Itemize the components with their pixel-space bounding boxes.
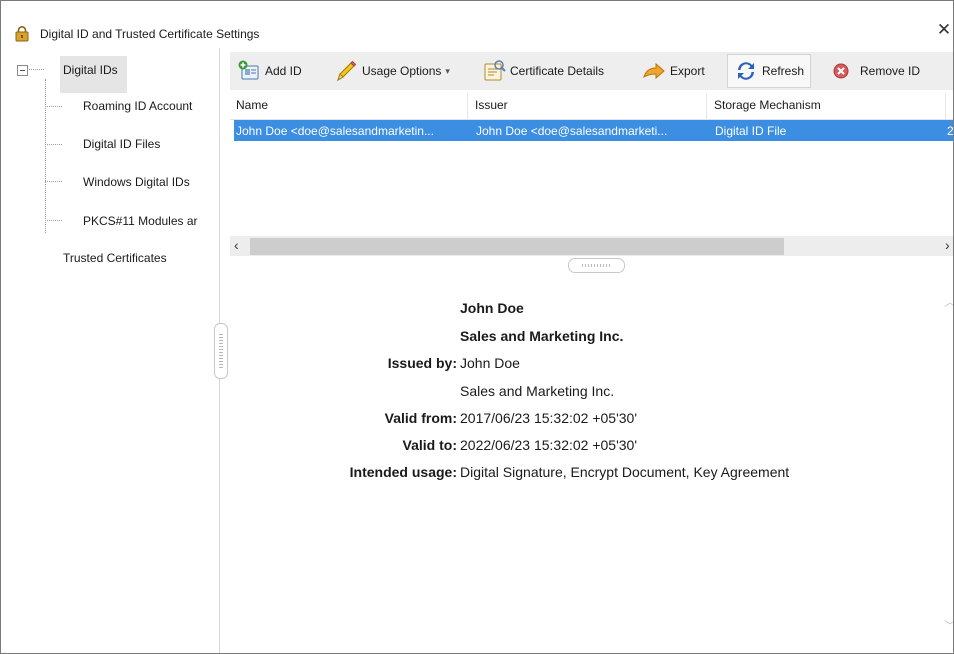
export-button[interactable]: Export <box>642 56 705 86</box>
column-header-name[interactable]: Name <box>236 98 268 112</box>
refresh-icon <box>738 62 754 80</box>
lock-icon <box>15 26 29 42</box>
scroll-right-icon[interactable]: › <box>945 237 950 253</box>
certificate-details-icon <box>484 60 506 81</box>
sidebar-item-windows-digital-ids[interactable]: Windows Digital IDs <box>83 175 190 189</box>
scroll-up-icon[interactable]: ︿ <box>944 293 953 310</box>
tree-connector <box>45 144 62 146</box>
sidebar-item-digital-id-files[interactable]: Digital ID Files <box>83 137 160 151</box>
valid-to-label: Valid to: <box>402 437 457 453</box>
column-header-issuer[interactable]: Issuer <box>475 98 508 112</box>
export-label: Export <box>670 64 705 78</box>
usage-options-label: Usage Options <box>362 64 442 78</box>
issued-by-label: Issued by: <box>387 355 457 371</box>
column-separator[interactable] <box>706 93 707 119</box>
valid-to-value: 2022/06/23 15:32:02 +05'30' <box>460 437 638 453</box>
tree-connector <box>45 181 62 183</box>
title-bar: Digital ID and Trusted Certificate Setti… <box>1 1 953 43</box>
window-title: Digital ID and Trusted Certificate Setti… <box>40 27 260 41</box>
intended-usage-value: Digital Signature, Encrypt Document, Key… <box>460 464 790 480</box>
usage-options-button[interactable]: Usage Options ▾ <box>334 56 450 86</box>
table-header <box>230 93 953 120</box>
sidebar-item-trusted-certificates[interactable]: Trusted Certificates <box>63 251 167 265</box>
add-id-label: Add ID <box>265 64 302 78</box>
sidebar-item-roaming-id-account[interactable]: Roaming ID Account <box>83 99 192 113</box>
column-header-storage-mechanism[interactable]: Storage Mechanism <box>714 98 821 112</box>
issued-by-name: John Doe <box>460 355 520 371</box>
intended-usage-label: Intended usage: <box>349 464 457 480</box>
column-separator[interactable] <box>467 93 468 119</box>
usage-options-pencil-icon <box>337 60 357 82</box>
remove-id-label: Remove ID <box>860 64 921 78</box>
certificate-organization: Sales and Marketing Inc. <box>460 328 624 344</box>
certificate-name: John Doe <box>460 300 524 316</box>
add-id-button[interactable]: Add ID <box>237 56 302 86</box>
cell-issuer: John Doe <doe@salesandmarketi... <box>476 124 668 138</box>
tree-connector <box>45 220 62 222</box>
tree-vertical-line <box>45 79 47 233</box>
vertical-splitter-handle[interactable] <box>214 323 228 379</box>
issued-by-organization: Sales and Marketing Inc. <box>460 383 615 399</box>
remove-id-button[interactable]: Remove ID <box>832 56 920 86</box>
grip-dots <box>582 264 610 267</box>
export-arrow-icon <box>643 62 665 80</box>
valid-from-label: Valid from: <box>384 410 457 426</box>
horizontal-scroll-thumb[interactable] <box>250 238 784 255</box>
column-separator[interactable] <box>945 93 946 119</box>
scroll-down-icon[interactable]: ﹀ <box>944 617 953 634</box>
cell-truncated: 2 <box>947 124 954 138</box>
tree-connector <box>27 69 44 71</box>
digital-id-settings-window: Digital ID and Trusted Certificate Setti… <box>0 0 954 654</box>
certificate-details-button[interactable]: Certificate Details <box>482 56 604 86</box>
cell-storage: Digital ID File <box>715 124 787 138</box>
remove-id-icon <box>833 63 849 79</box>
refresh-button[interactable]: Refresh <box>727 54 812 88</box>
chevron-down-icon: ▾ <box>445 65 450 76</box>
sidebar-item-pkcs11-modules[interactable]: PKCS#11 Modules ar <box>83 214 198 228</box>
certificate-details-label: Certificate Details <box>510 64 605 78</box>
valid-from-value: 2017/06/23 15:32:02 +05'30' <box>460 410 638 426</box>
grip-dots <box>219 334 223 368</box>
refresh-label: Refresh <box>762 64 805 78</box>
close-icon[interactable]: ✕ <box>935 21 953 39</box>
sidebar-item-digital-ids[interactable]: Digital IDs <box>60 56 127 93</box>
tree-connector <box>45 106 62 108</box>
scroll-left-icon[interactable]: ‹ <box>234 237 239 253</box>
horizontal-splitter-handle[interactable] <box>568 258 625 273</box>
cell-name: John Doe <doe@salesandmarketin... <box>236 124 434 138</box>
add-id-icon <box>238 60 259 80</box>
